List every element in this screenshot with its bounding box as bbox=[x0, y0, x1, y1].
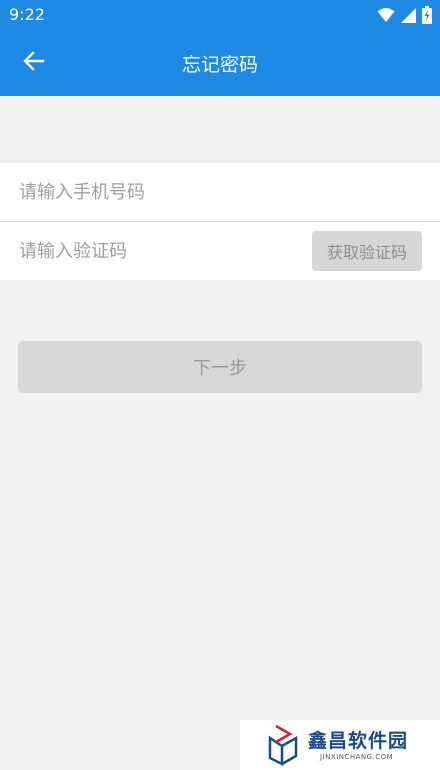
watermark: 鑫昌软件园 JINXINCHANG.COM bbox=[240, 720, 440, 770]
nav-bar: 忘记密码 bbox=[0, 30, 440, 96]
code-row: 获取验证码 bbox=[0, 221, 440, 280]
verification-code-input[interactable] bbox=[19, 240, 289, 262]
wifi-icon bbox=[377, 7, 395, 27]
battery-charging-icon bbox=[422, 6, 432, 28]
status-bar: 9:22 bbox=[0, 0, 440, 30]
watermark-name: 鑫昌软件园 bbox=[308, 730, 409, 752]
status-time: 9:22 bbox=[9, 5, 45, 24]
status-icons bbox=[377, 6, 432, 28]
watermark-logo-icon bbox=[266, 724, 304, 770]
cellular-signal-icon bbox=[401, 7, 416, 27]
watermark-url: JINXINCHANG.COM bbox=[320, 753, 394, 761]
phone-row bbox=[0, 163, 440, 221]
phone-input[interactable] bbox=[19, 181, 289, 203]
get-code-button[interactable]: 获取验证码 bbox=[312, 231, 422, 271]
page-title: 忘记密码 bbox=[181, 54, 258, 76]
app-header: 9:22 忘记密码 bbox=[0, 0, 440, 96]
next-step-button[interactable]: 下一步 bbox=[18, 341, 422, 393]
reset-form: 获取验证码 bbox=[0, 163, 440, 280]
